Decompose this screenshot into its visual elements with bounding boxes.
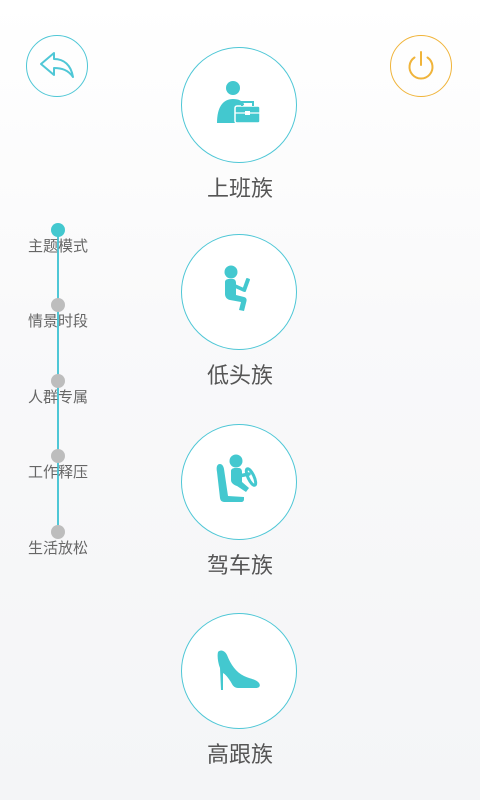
category-circle[interactable] [181, 424, 297, 540]
driver-icon [216, 454, 258, 502]
phone-user-icon [224, 265, 250, 311]
office-worker-icon [217, 81, 261, 124]
timeline-item-label: 人群专属 [27, 388, 88, 406]
category-label: 低头族 [206, 364, 273, 389]
timeline-item-label: 生活放松 [27, 539, 88, 557]
category-circle[interactable] [181, 47, 297, 163]
timeline-item-label: 工作释压 [27, 463, 88, 481]
category-label: 高跟族 [206, 743, 273, 768]
mode-timeline: 主题模式 情景时段 人群专属 工作释压 生活放松 [0, 0, 120, 800]
timeline-item-label: 情景时段 [27, 312, 88, 330]
high-heel-icon [217, 650, 260, 690]
timeline-item-label: 主题模式 [27, 237, 88, 255]
category-circle[interactable] [181, 613, 297, 729]
power-button[interactable] [390, 35, 452, 97]
category-circle[interactable] [181, 234, 297, 350]
category-label: 驾车族 [206, 554, 273, 579]
category-label: 上班族 [206, 177, 273, 202]
power-icon [408, 51, 434, 80]
